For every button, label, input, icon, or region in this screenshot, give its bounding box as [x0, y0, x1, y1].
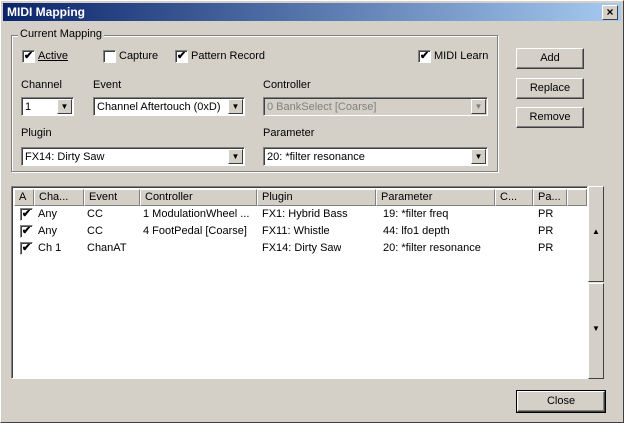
- row-channel: Any: [38, 225, 57, 237]
- chevron-down-icon[interactable]: ▼: [471, 149, 486, 164]
- midi-learn-checkbox[interactable]: ✔: [418, 50, 431, 63]
- column-header-c[interactable]: C...: [495, 189, 533, 206]
- row-controller: 4 FootPedal [Coarse]: [143, 225, 247, 237]
- chevron-down-icon[interactable]: ▼: [57, 99, 72, 114]
- column-header-pa[interactable]: Pa...: [533, 189, 567, 206]
- event-label: Event: [93, 79, 122, 91]
- row-pa: PR: [538, 225, 554, 237]
- pattern-record-checkbox[interactable]: ✔: [175, 50, 188, 63]
- remove-button-label: Remove: [529, 111, 571, 123]
- row-plugin: FX1: Hybrid Bass: [262, 208, 348, 220]
- plugin-label: Plugin: [21, 127, 52, 139]
- event-dropdown[interactable]: Channel Aftertouch (0xD) ▼: [93, 97, 245, 116]
- add-button-label: Add: [540, 52, 560, 64]
- row-event: CC: [87, 225, 103, 237]
- channel-value: 1: [25, 101, 32, 113]
- capture-label: Capture: [119, 50, 159, 62]
- parameter-label: Parameter: [263, 127, 315, 139]
- controller-dropdown: 0 BankSelect [Coarse] ▼: [263, 97, 488, 116]
- chevron-down-icon[interactable]: ▼: [228, 99, 243, 114]
- row-channel: Ch 1: [38, 242, 62, 254]
- capture-checkbox[interactable]: [103, 50, 116, 63]
- row-plugin: FX14: Dirty Saw: [262, 242, 342, 254]
- row-channel: Any: [38, 208, 57, 220]
- current-mapping-label: Current Mapping: [18, 28, 104, 40]
- column-header-channel[interactable]: Cha...: [34, 189, 84, 206]
- row-event: ChanAT: [87, 242, 127, 254]
- column-header-filler: [567, 189, 587, 206]
- channel-dropdown[interactable]: 1 ▼: [21, 97, 74, 116]
- channel-label: Channel: [21, 79, 62, 91]
- close-button[interactable]: Close: [516, 390, 606, 413]
- close-button-label: Close: [546, 395, 576, 407]
- active-label: Active: [38, 50, 68, 62]
- row-parameter: 19: *filter freq: [383, 208, 449, 220]
- row-active-checkbox[interactable]: ✔: [20, 225, 33, 238]
- column-header-event[interactable]: Event: [84, 189, 140, 206]
- controller-label: Controller: [263, 79, 311, 91]
- row-parameter: 20: *filter resonance: [383, 242, 481, 254]
- scroll-down-icon: ▼: [592, 324, 600, 333]
- event-value: Channel Aftertouch (0xD): [97, 101, 221, 113]
- row-pa: PR: [538, 242, 554, 254]
- scroll-up-icon: ▲: [592, 227, 600, 236]
- column-header-plugin[interactable]: Plugin: [257, 189, 376, 206]
- row-active-checkbox[interactable]: ✔: [20, 242, 33, 255]
- row-plugin: FX11: Whistle: [262, 225, 330, 237]
- row-pa: PR: [538, 208, 554, 220]
- close-window-icon[interactable]: ×: [602, 5, 618, 20]
- plugin-value: FX14: Dirty Saw: [25, 151, 105, 163]
- controller-value: 0 BankSelect [Coarse]: [267, 101, 377, 113]
- scroll-up-button[interactable]: ▲: [588, 186, 604, 282]
- plugin-dropdown[interactable]: FX14: Dirty Saw ▼: [21, 147, 245, 166]
- row-active-checkbox[interactable]: ✔: [20, 208, 33, 221]
- pattern-record-label: Pattern Record: [191, 50, 265, 62]
- remove-button[interactable]: Remove: [516, 107, 584, 128]
- scroll-down-button[interactable]: ▼: [588, 283, 604, 379]
- mapping-list[interactable]: A Cha... Event Controller Plugin Paramet…: [11, 186, 588, 379]
- row-parameter: 44: lfo1 depth: [383, 225, 450, 237]
- active-checkbox[interactable]: ✔: [22, 50, 35, 63]
- chevron-down-icon: ▼: [471, 99, 486, 114]
- vertical-scrollbar[interactable]: ▲ ▼: [588, 186, 604, 379]
- column-header-parameter[interactable]: Parameter: [376, 189, 495, 206]
- parameter-value: 20: *filter resonance: [267, 151, 365, 163]
- column-header-active[interactable]: A: [14, 189, 34, 206]
- title-bar[interactable]: MIDI Mapping ×: [3, 3, 621, 21]
- add-button[interactable]: Add: [516, 48, 584, 69]
- window-title: MIDI Mapping: [7, 5, 85, 19]
- chevron-down-icon[interactable]: ▼: [228, 149, 243, 164]
- row-event: CC: [87, 208, 103, 220]
- midi-learn-label: MIDI Learn: [434, 50, 489, 62]
- column-header-controller[interactable]: Controller: [140, 189, 257, 206]
- replace-button-label: Replace: [529, 82, 571, 94]
- replace-button[interactable]: Replace: [516, 78, 584, 99]
- row-controller: 1 ModulationWheel ...: [143, 208, 250, 220]
- parameter-dropdown[interactable]: 20: *filter resonance ▼: [263, 147, 488, 166]
